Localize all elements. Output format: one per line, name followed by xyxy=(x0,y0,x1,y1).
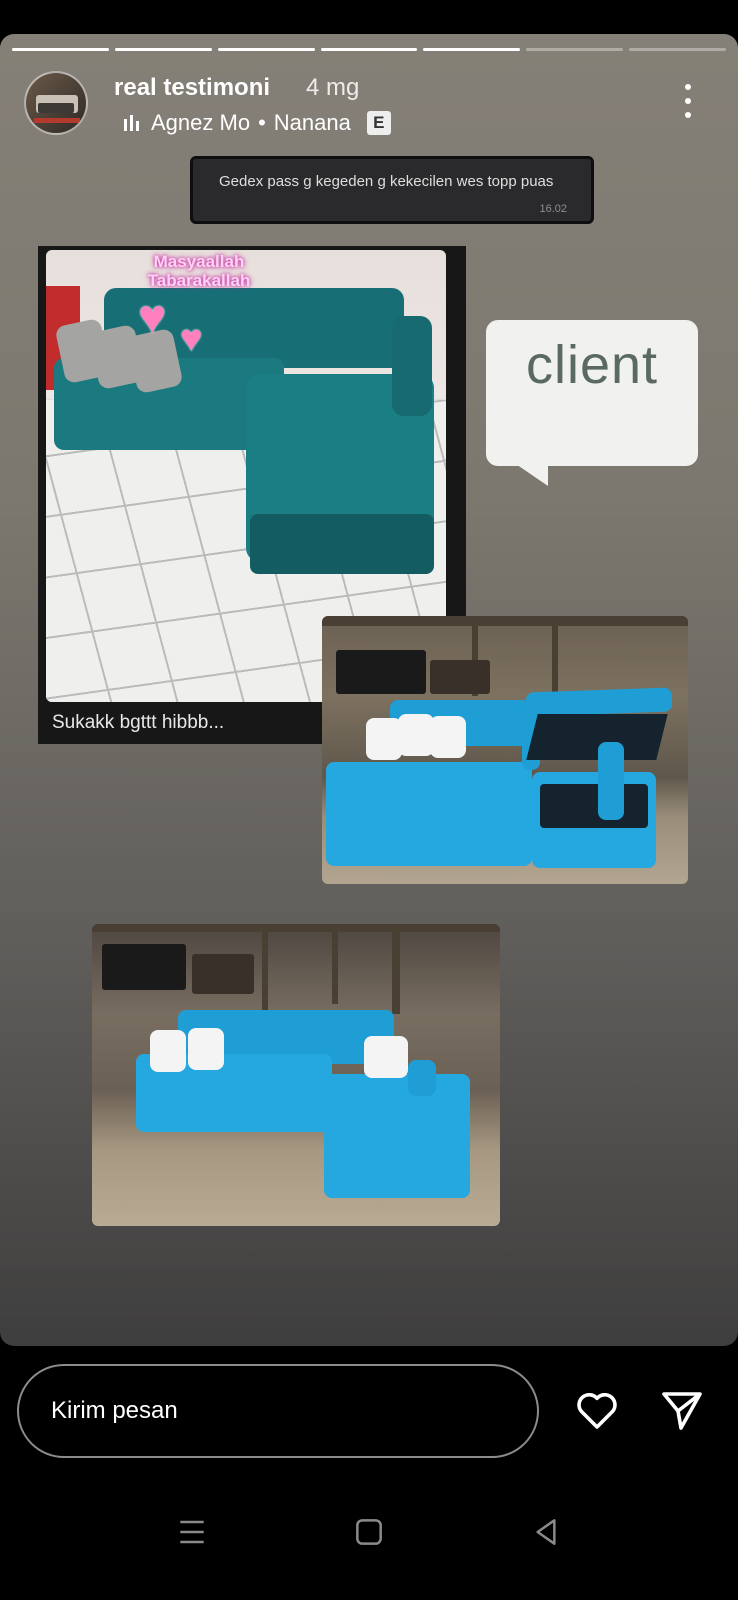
story-time: 4 mg xyxy=(306,74,360,101)
heart-sticker-icon: ♥ xyxy=(138,291,167,344)
workshop-sofa-photo-open xyxy=(322,616,688,884)
music-bars-icon xyxy=(124,115,139,131)
story-progress-bar xyxy=(12,48,727,51)
workshop-sofa-photo xyxy=(92,924,500,1226)
progress-segment-current xyxy=(423,48,521,51)
progress-segment xyxy=(526,48,624,51)
progress-segment xyxy=(12,48,109,51)
speech-bubble-tail xyxy=(510,460,548,486)
menu-icon[interactable] xyxy=(172,1512,212,1552)
back-triangle-icon[interactable] xyxy=(526,1512,566,1552)
photo-caption: Sukakk bgttt hibbb... xyxy=(52,712,225,733)
more-vertical-icon[interactable] xyxy=(678,84,698,118)
home-square-icon[interactable] xyxy=(349,1512,389,1552)
client-label: client xyxy=(525,335,659,395)
explicit-badge: E xyxy=(366,111,391,135)
reply-bar xyxy=(0,1346,738,1600)
story-username[interactable]: real testimoni xyxy=(114,74,270,102)
client-speech-bubble: client xyxy=(486,320,698,466)
music-title: Nanana xyxy=(273,110,351,135)
heart-sticker-icon: ♥ xyxy=(180,318,203,360)
heart-icon[interactable] xyxy=(572,1386,622,1434)
progress-segment xyxy=(629,48,727,51)
chat-timestamp: 16.02 xyxy=(539,203,567,215)
progress-segment xyxy=(320,48,418,51)
overlay-text: Masyaallah Tabarakallah xyxy=(147,252,251,290)
send-icon[interactable] xyxy=(657,1386,707,1434)
music-separator: • xyxy=(258,110,266,135)
progress-segment xyxy=(217,48,315,51)
chat-message-text: Gedex pass g kegeden g kekecilen wes top… xyxy=(219,173,554,190)
music-sticker[interactable]: Agnez Mo • Nanana E xyxy=(124,110,391,136)
profile-avatar[interactable] xyxy=(24,71,88,135)
message-input[interactable] xyxy=(17,1364,539,1458)
chat-screenshot: Gedex pass g kegeden g kekecilen wes top… xyxy=(190,156,594,224)
progress-segment xyxy=(114,48,212,51)
story-viewer[interactable]: real testimoni 4 mg Agnez Mo • Nanana E … xyxy=(0,34,738,1346)
music-artist: Agnez Mo xyxy=(151,110,251,135)
